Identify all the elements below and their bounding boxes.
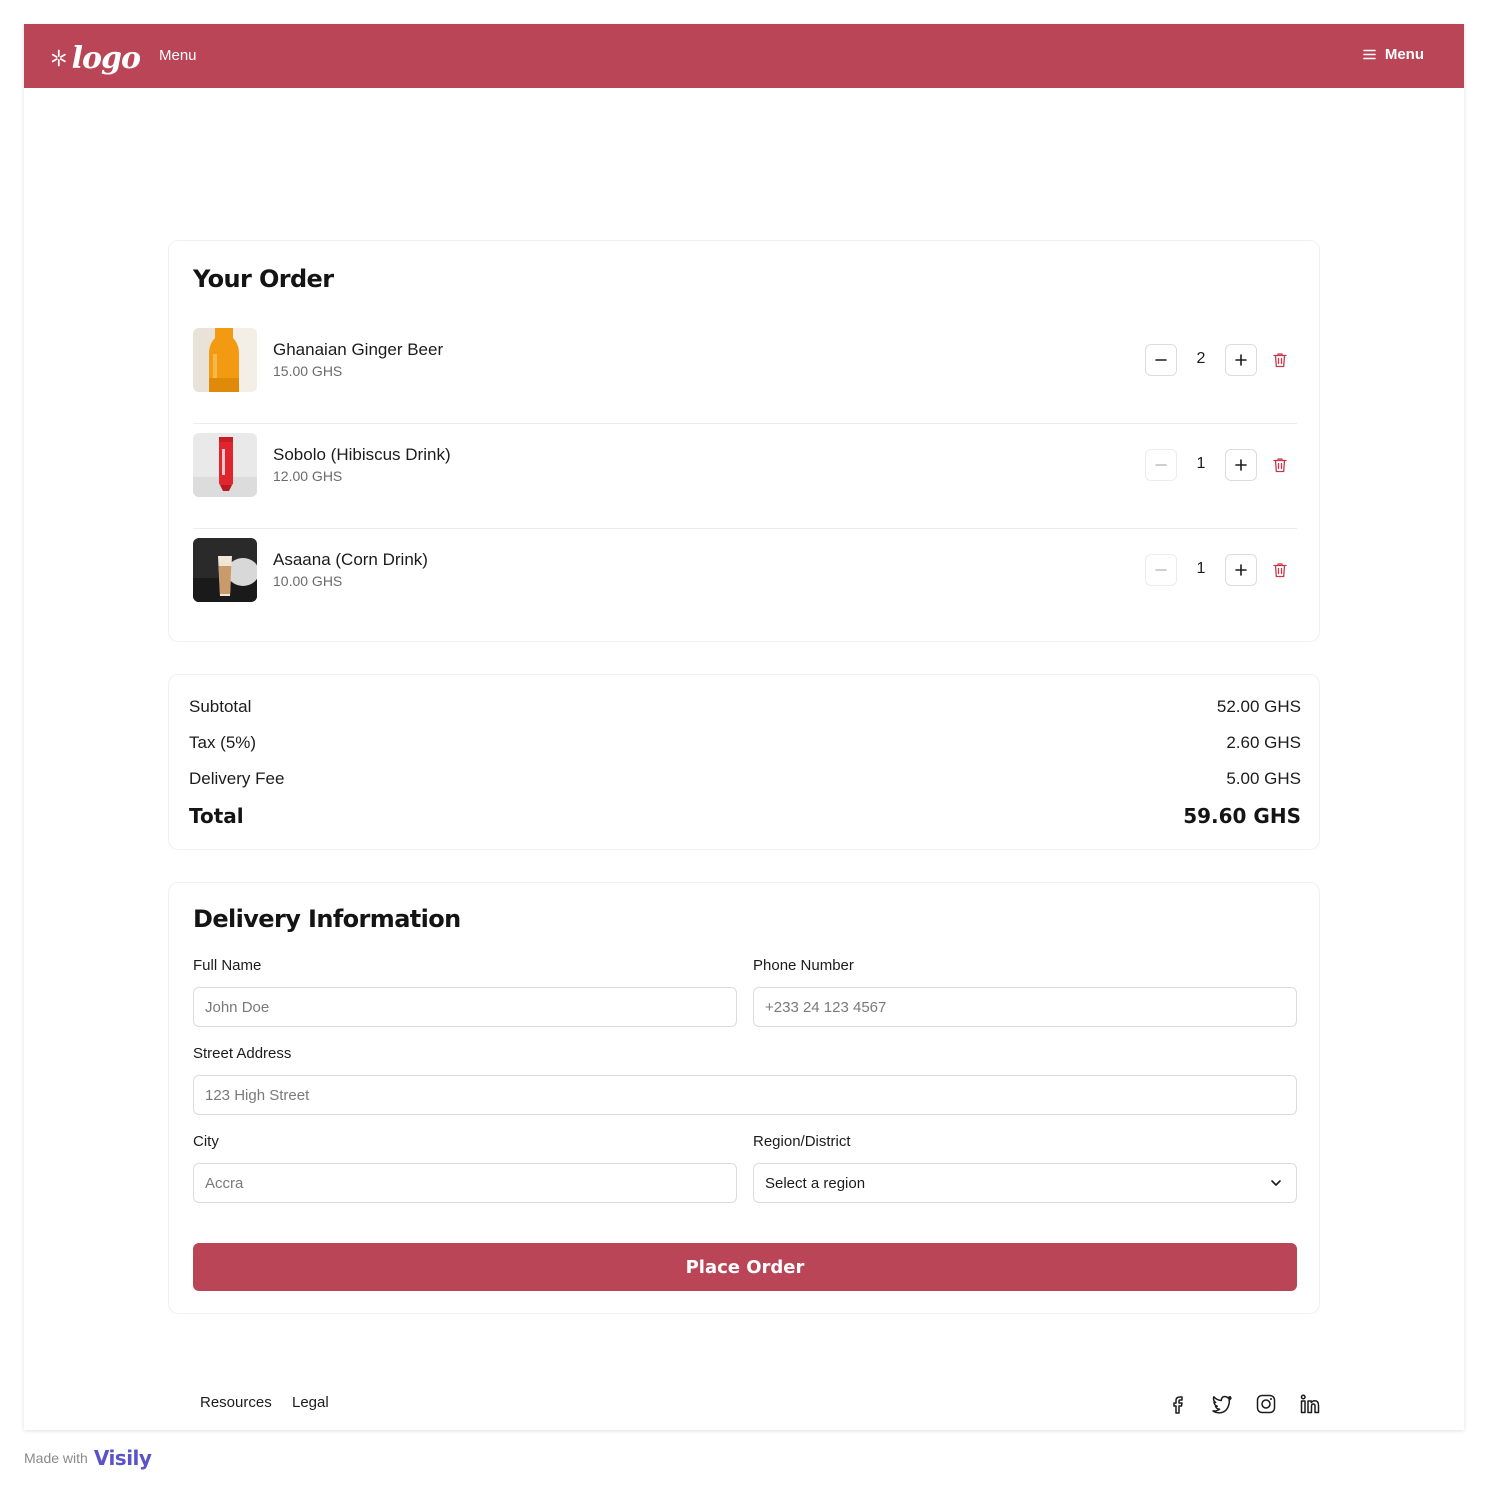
- quantity-value: 2: [1196, 350, 1206, 367]
- place-order-button[interactable]: Place Order: [193, 1243, 1297, 1291]
- asaana-image: [193, 538, 257, 602]
- hamburger-menu-label: Menu: [1384, 46, 1424, 63]
- ginger-beer-image: [193, 328, 257, 392]
- logo[interactable]: logo: [50, 38, 141, 78]
- order-card: Your Order Ghanaian Ginger Beer 15.00 GH…: [168, 240, 1320, 642]
- hamburger-menu-button[interactable]: Menu: [1363, 46, 1424, 63]
- quantity-value: 1: [1196, 455, 1206, 472]
- footer-link-legal[interactable]: Legal: [292, 1394, 329, 1411]
- increase-quantity-button[interactable]: [1225, 554, 1257, 586]
- plus-icon: [1235, 354, 1247, 366]
- linkedin-icon[interactable]: [1298, 1392, 1322, 1416]
- full-name-input[interactable]: [193, 987, 737, 1027]
- quantity-value: 1: [1196, 560, 1206, 577]
- trash-icon[interactable]: [1272, 562, 1288, 578]
- made-with-badge[interactable]: Made with Visily: [24, 1446, 152, 1470]
- region-label: Region/District: [753, 1133, 851, 1150]
- decrease-quantity-button[interactable]: [1145, 554, 1177, 586]
- minus-icon: [1155, 359, 1167, 361]
- minus-icon: [1155, 464, 1167, 466]
- street-address-input[interactable]: [193, 1075, 1297, 1115]
- total-label: Total: [189, 804, 244, 828]
- delivery-info-card: Delivery Information Full Name Phone Num…: [168, 882, 1320, 1314]
- city-input[interactable]: [193, 1163, 737, 1203]
- subtotal-label: Subtotal: [189, 697, 252, 716]
- visily-logo: Visily: [93, 1446, 152, 1470]
- delivery-fee-label: Delivery Fee: [189, 769, 285, 788]
- full-name-label: Full Name: [193, 957, 262, 974]
- twitter-icon[interactable]: [1210, 1392, 1234, 1416]
- logo-text: logo: [71, 40, 141, 76]
- increase-quantity-button[interactable]: [1225, 449, 1257, 481]
- phone-label: Phone Number: [753, 957, 854, 974]
- item-price: 15.00 GHS: [273, 363, 343, 379]
- asterisk-logo-icon: [51, 49, 66, 67]
- decrease-quantity-button[interactable]: [1145, 344, 1177, 376]
- sobolo-image: [193, 433, 257, 497]
- footer-link-resources[interactable]: Resources: [200, 1394, 272, 1411]
- top-header: logo Menu Menu: [24, 24, 1464, 88]
- street-address-label: Street Address: [193, 1045, 292, 1062]
- trash-icon[interactable]: [1272, 457, 1288, 473]
- delivery-fee-value: 5.00 GHS: [1226, 769, 1301, 788]
- minus-icon: [1155, 569, 1167, 571]
- item-name: Asaana (Corn Drink): [273, 550, 428, 569]
- phone-input[interactable]: [753, 987, 1297, 1027]
- made-with-text: Made with: [24, 1450, 88, 1466]
- subtotal-row: Subtotal 52.00 GHS: [189, 697, 1301, 717]
- total-row: Total 59.60 GHS: [189, 804, 1301, 828]
- item-price: 12.00 GHS: [273, 468, 343, 484]
- delivery-title: Delivery Information: [193, 905, 461, 933]
- chevron-down-icon: [1271, 1180, 1281, 1186]
- order-item: Asaana (Corn Drink) 10.00 GHS 1: [193, 538, 1297, 634]
- plus-icon: [1235, 564, 1247, 576]
- page-frame: logo Menu Menu Your Order Ghanaian Ginge…: [24, 24, 1464, 1430]
- delivery-fee-row: Delivery Fee 5.00 GHS: [189, 769, 1301, 789]
- item-name: Ghanaian Ginger Beer: [273, 340, 444, 359]
- item-price: 10.00 GHS: [273, 573, 343, 589]
- hamburger-icon: [1363, 49, 1376, 60]
- order-title: Your Order: [193, 265, 334, 293]
- plus-icon: [1235, 459, 1247, 471]
- region-select-value: Select a region: [765, 1174, 866, 1192]
- increase-quantity-button[interactable]: [1225, 344, 1257, 376]
- subtotal-value: 52.00 GHS: [1216, 697, 1301, 716]
- instagram-icon[interactable]: [1254, 1392, 1278, 1416]
- item-name: Sobolo (Hibiscus Drink): [273, 445, 451, 464]
- order-summary-card: Subtotal 52.00 GHS Tax (5%) 2.60 GHS Del…: [168, 674, 1320, 850]
- trash-icon[interactable]: [1272, 352, 1288, 368]
- tax-row: Tax (5%) 2.60 GHS: [189, 733, 1301, 753]
- tax-value: 2.60 GHS: [1226, 733, 1301, 752]
- tax-label: Tax (5%): [189, 733, 257, 752]
- region-select[interactable]: Select a region: [753, 1163, 1297, 1203]
- decrease-quantity-button[interactable]: [1145, 449, 1177, 481]
- facebook-icon[interactable]: [1166, 1392, 1190, 1416]
- header-menu-link[interactable]: Menu: [159, 47, 197, 64]
- order-item: Ghanaian Ginger Beer 15.00 GHS 2: [193, 328, 1297, 424]
- city-label: City: [193, 1133, 219, 1150]
- total-value: 59.60 GHS: [1183, 804, 1301, 828]
- order-item: Sobolo (Hibiscus Drink) 12.00 GHS 1: [193, 433, 1297, 529]
